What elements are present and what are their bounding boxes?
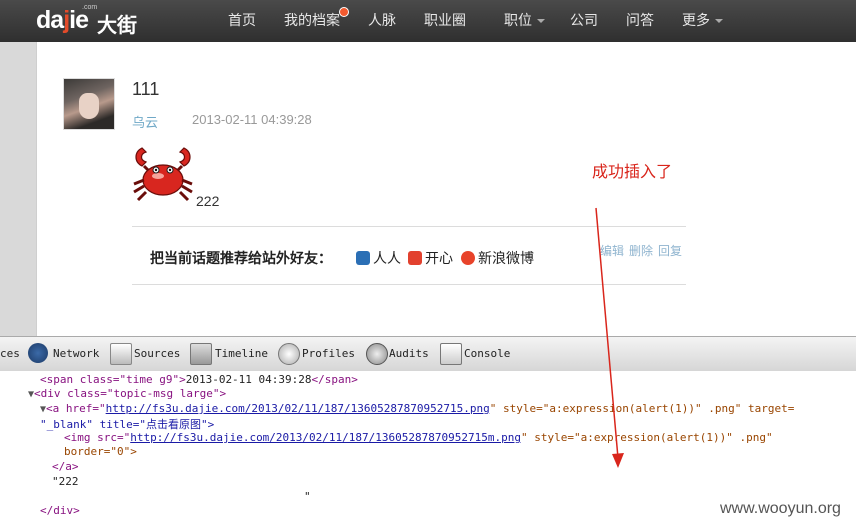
top-nav-bar: dajie .com 大街 首页 我的档案 人脉 职业圈 职位 公司 问答 更多 xyxy=(0,0,856,42)
devtools-toolbar: ces Network Sources Timeline Profiles Au… xyxy=(0,336,856,372)
console-icon xyxy=(440,343,462,365)
chevron-down-icon xyxy=(537,19,545,24)
weibo-icon xyxy=(461,251,475,265)
author-link[interactable]: 乌云 xyxy=(132,112,158,131)
share-kaixin[interactable]: 开心 xyxy=(408,248,453,268)
share-renren[interactable]: 人人 xyxy=(356,248,401,268)
share-label: 把当前话题推荐给站外好友： xyxy=(150,250,332,266)
code-line: </a> xyxy=(52,460,79,473)
elements-code-panel[interactable]: <span class="time g9">2013-02-11 04:39:2… xyxy=(0,371,856,520)
sources-icon xyxy=(110,343,132,365)
crab-image[interactable] xyxy=(130,140,196,206)
code-line: <img src="http://fs3u.dajie.com/2013/02/… xyxy=(64,431,773,444)
tab-sources[interactable]: Sources xyxy=(134,347,180,360)
code-line: </div> xyxy=(40,504,80,517)
nav-connections[interactable]: 人脉 xyxy=(368,10,396,30)
left-gutter xyxy=(0,42,37,336)
nav-career-circle[interactable]: 职业圈 xyxy=(424,10,466,30)
nav-qa[interactable]: 问答 xyxy=(626,10,654,30)
post-time: 2013-02-11 04:39:28 xyxy=(192,112,312,127)
network-icon xyxy=(28,343,48,363)
chevron-down-icon xyxy=(715,19,723,24)
kaixin-icon xyxy=(408,251,422,265)
avatar[interactable] xyxy=(63,78,115,130)
nav-jobs[interactable]: 职位 xyxy=(504,10,545,30)
code-line: ▼<a href="http://fs3u.dajie.com/2013/02/… xyxy=(40,402,795,415)
logo-com: .com xyxy=(82,4,98,11)
profiles-icon xyxy=(278,343,300,365)
post-body: 222 xyxy=(196,193,220,209)
renren-icon xyxy=(356,251,370,265)
code-line: "222 xyxy=(52,475,79,488)
notification-dot xyxy=(339,7,349,17)
code-line: ▼<div class="topic-msg large"> xyxy=(28,387,227,400)
divider xyxy=(132,284,686,285)
annotation-text: 成功插入了 xyxy=(592,164,673,181)
code-line: " xyxy=(304,490,311,503)
nav-more[interactable]: 更多 xyxy=(682,10,723,30)
watermark: www.wooyun.org xyxy=(720,500,841,517)
tab-audits[interactable]: Audits xyxy=(389,347,429,360)
href-link[interactable]: http://fs3u.dajie.com/2013/02/11/187/136… xyxy=(106,402,490,415)
tab-profiles[interactable]: Profiles xyxy=(302,347,355,360)
timeline-icon xyxy=(190,343,212,365)
post-title: 111 xyxy=(132,79,160,99)
share-weibo[interactable]: 新浪微博 xyxy=(461,248,534,268)
nav-home[interactable]: 首页 xyxy=(228,10,256,30)
avatar-face xyxy=(79,93,99,119)
tab-resources[interactable]: ces xyxy=(0,347,20,360)
img-src-link[interactable]: http://fs3u.dajie.com/2013/02/11/187/136… xyxy=(130,431,521,444)
logo-wordmark: dajie xyxy=(36,6,89,34)
code-line: "_blank" title="点击看原图"> xyxy=(40,418,215,431)
nav-my-profile[interactable]: 我的档案 xyxy=(284,10,340,30)
tab-network[interactable]: Network xyxy=(53,347,99,360)
tab-timeline[interactable]: Timeline xyxy=(215,347,268,360)
divider xyxy=(132,226,686,227)
logo-cn: 大街 xyxy=(97,15,137,37)
reply-link[interactable]: 回复 xyxy=(658,244,682,258)
tab-console[interactable]: Console xyxy=(464,347,510,360)
code-line: border="0"> xyxy=(64,445,137,458)
delete-link[interactable]: 删除 xyxy=(629,244,653,258)
nav-companies[interactable]: 公司 xyxy=(570,10,598,30)
post-actions: 编辑 删除 回复 xyxy=(600,242,687,259)
dajie-logo[interactable]: dajie .com 大街 xyxy=(36,4,146,38)
audits-icon xyxy=(366,343,388,365)
code-line: <span class="time g9">2013-02-11 04:39:2… xyxy=(40,373,358,386)
edit-link[interactable]: 编辑 xyxy=(600,244,624,258)
